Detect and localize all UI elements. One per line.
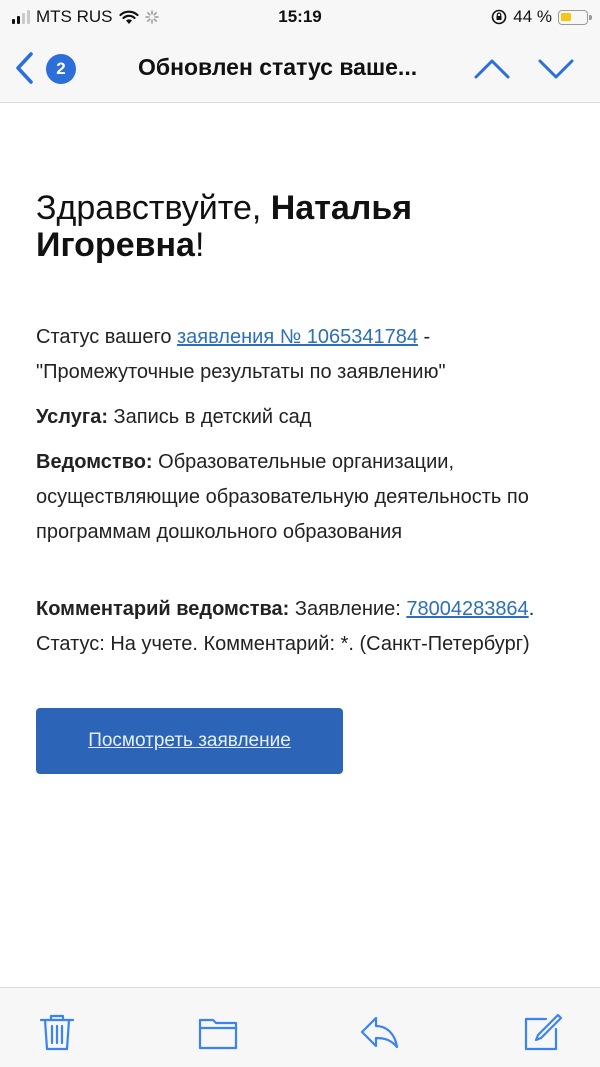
next-message-chevron-down-icon[interactable] [536,54,576,84]
previous-message-chevron-up-icon[interactable] [472,54,512,84]
message-subject-title: Обновлен статус ваше... [138,54,418,80]
orientation-lock-icon [491,9,507,25]
service-value: Запись в детский сад [107,406,312,428]
status-right: 44 % [491,7,592,27]
application-link[interactable]: заявления № 1065341784 [177,326,418,348]
compose-icon[interactable] [522,1012,562,1052]
greeting-prefix: Здравствуйте, [36,189,271,227]
mail-toolbar [0,987,600,1067]
service-label: Услуга: [36,406,108,428]
folder-icon[interactable] [198,1012,238,1052]
service-paragraph: Услуга: Запись в детский сад [36,400,566,435]
department-paragraph: Ведомство: Образовательные организации, … [36,445,566,550]
comment-prefix: Заявление: [289,598,407,620]
status-prefix: Статус вашего [36,326,178,348]
battery-percent: 44 % [513,7,552,26]
mail-nav-bar: 2 Обновлен статус ваше... [0,34,600,103]
reply-icon[interactable] [359,1012,399,1052]
comment-label: Комментарий ведомства: [36,598,290,620]
status-bar: MTS RUS 15:19 44 % [0,0,600,34]
view-application-button[interactable]: Посмотреть заявление [36,708,343,774]
application-number-link[interactable]: 78004283864 [406,598,528,620]
back-chevron-icon[interactable] [10,50,40,86]
department-label: Ведомство: [36,451,153,473]
greeting-heading: Здравствуйте, Наталья Игоревна! [36,190,566,264]
trash-icon[interactable] [37,1012,77,1052]
battery-icon [558,9,592,25]
email-body: Здравствуйте, Наталья Игоревна! Статус в… [36,190,566,774]
comment-paragraph: Комментарий ведомства: Заявление: 780042… [36,592,566,662]
unread-count-badge[interactable]: 2 [46,54,76,84]
status-paragraph: Статус вашего заявления № 1065341784 - "… [36,320,566,390]
greeting-suffix: ! [194,226,205,264]
